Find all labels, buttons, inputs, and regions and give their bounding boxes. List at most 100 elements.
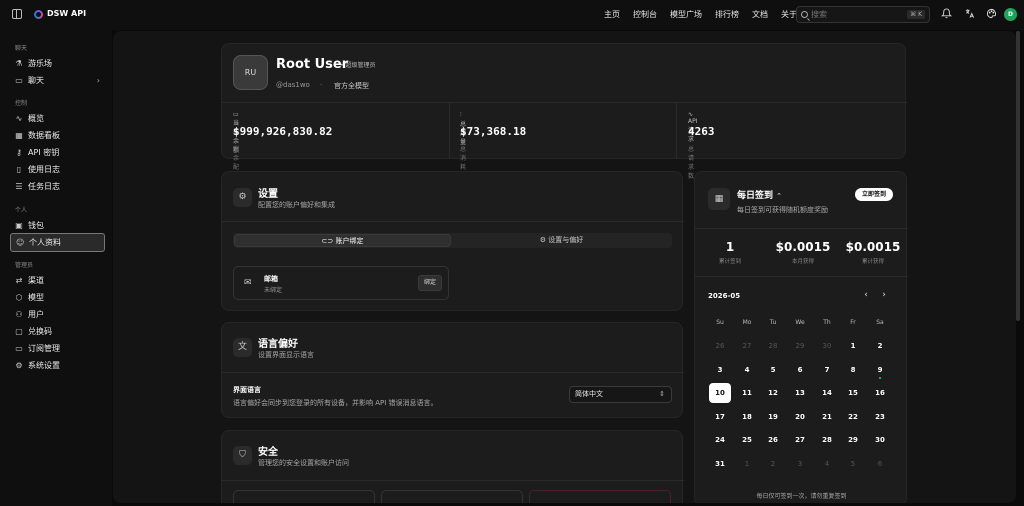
palette-icon[interactable] bbox=[985, 8, 997, 20]
sidebar-item-task-logs[interactable]: ☰ 任务日志 bbox=[10, 178, 105, 195]
checkin-button[interactable]: 立即签到 bbox=[855, 188, 893, 201]
calendar-day[interactable]: 8 bbox=[842, 360, 864, 380]
stat-label: 累计签到 bbox=[718, 259, 741, 265]
security-option[interactable] bbox=[381, 490, 523, 503]
security-option[interactable] bbox=[233, 490, 375, 503]
sidebar-item-label: 数据看板 bbox=[28, 131, 60, 140]
calendar-day[interactable]: 10 bbox=[709, 383, 731, 403]
calendar-day[interactable]: 24 bbox=[709, 430, 731, 450]
translate-icon: 文 bbox=[233, 338, 252, 357]
calendar-day[interactable]: 4 bbox=[816, 454, 838, 474]
security-title: 安全 bbox=[258, 447, 278, 458]
calendar-day[interactable]: 22 bbox=[842, 407, 864, 427]
sidebar-item-label: 渠道 bbox=[28, 276, 44, 285]
top-bar: DSW API 主页 控制台 模型广场 排行榜 文档 关于 ⌘ K D bbox=[0, 0, 1024, 30]
sidebar-item-channels[interactable]: ⇄ 渠道 bbox=[10, 272, 105, 289]
calendar-day[interactable]: 5 bbox=[762, 360, 784, 380]
nav-leaderboard[interactable]: 排行榜 bbox=[715, 9, 739, 20]
search-box[interactable]: ⌘ K bbox=[796, 6, 930, 23]
page-scrollbar[interactable] bbox=[1016, 31, 1020, 321]
bell-icon[interactable] bbox=[940, 8, 952, 20]
bind-email-button[interactable]: 绑定 bbox=[418, 275, 442, 291]
tab-account-binding[interactable]: ⊂⊃ 账户绑定 bbox=[234, 234, 451, 247]
calendar-day[interactable]: 18 bbox=[736, 407, 758, 427]
calendar-day[interactable]: 30 bbox=[816, 336, 838, 356]
calendar-day[interactable]: 1 bbox=[736, 454, 758, 474]
sidebar-item-system-settings[interactable]: ⚙ 系统设置 bbox=[10, 357, 105, 374]
calendar-day[interactable]: 28 bbox=[816, 430, 838, 450]
calendar-day[interactable]: 27 bbox=[736, 336, 758, 356]
sidebar-item-models[interactable]: ⬡ 模型 bbox=[10, 289, 105, 306]
sidebar-item-overview[interactable]: ∿ 概览 bbox=[10, 110, 105, 127]
calendar-day[interactable]: 19 bbox=[762, 407, 784, 427]
calendar-day[interactable]: 7 bbox=[816, 360, 838, 380]
sidebar-item-wallet[interactable]: ▣ 钱包 bbox=[10, 217, 105, 234]
sidebar-item-label: 订阅管理 bbox=[28, 344, 60, 353]
calendar-day[interactable]: 26 bbox=[762, 430, 784, 450]
sidebar-item-users[interactable]: ⚇ 用户 bbox=[10, 306, 105, 323]
divider bbox=[676, 102, 677, 159]
calendar-day[interactable]: 23 bbox=[869, 407, 891, 427]
calendar-day[interactable]: 9 bbox=[869, 360, 891, 380]
calendar-day[interactable]: 4 bbox=[736, 360, 758, 380]
nav-docs[interactable]: 文档 bbox=[752, 9, 768, 20]
calendar-day[interactable]: 2 bbox=[762, 454, 784, 474]
nav-console[interactable]: 控制台 bbox=[633, 9, 657, 20]
calendar-day[interactable]: 30 bbox=[869, 430, 891, 450]
calendar-day[interactable]: 31 bbox=[709, 454, 731, 474]
language-select[interactable]: 简体中文 ⇕ bbox=[569, 386, 672, 403]
role-badge: • 超级管理员 bbox=[340, 62, 376, 69]
key-icon: ⚷ bbox=[16, 147, 22, 157]
calendar-day[interactable]: 13 bbox=[789, 383, 811, 403]
calendar-day[interactable]: 3 bbox=[709, 360, 731, 380]
calendar-day[interactable]: 17 bbox=[709, 407, 731, 427]
gear-icon: ⚙ bbox=[233, 188, 252, 207]
calendar-day[interactable]: 29 bbox=[789, 336, 811, 356]
calendar-day[interactable]: 26 bbox=[709, 336, 731, 356]
divider bbox=[695, 228, 908, 229]
calendar-day[interactable]: 11 bbox=[736, 383, 758, 403]
sidebar-toggle-icon[interactable] bbox=[12, 9, 22, 19]
nav-home[interactable]: 主页 bbox=[604, 9, 620, 20]
calendar-day[interactable]: 2 bbox=[869, 336, 891, 356]
language-subtitle: 设置界面显示语言 bbox=[258, 351, 314, 359]
nav-model-square[interactable]: 模型广场 bbox=[670, 9, 702, 20]
sidebar-item-api-keys[interactable]: ⚷ API 密钥 bbox=[10, 144, 105, 161]
calendar-day[interactable]: 6 bbox=[789, 360, 811, 380]
sidebar-item-dashboard[interactable]: ▦ 数据看板 bbox=[10, 127, 105, 144]
calendar-day[interactable]: 6 bbox=[869, 454, 891, 474]
sidebar-item-profile[interactable]: ☺ 个人资料 bbox=[10, 233, 105, 252]
user-avatar[interactable]: D bbox=[1004, 8, 1017, 21]
search-input[interactable] bbox=[811, 10, 901, 19]
calendar-day[interactable]: 25 bbox=[736, 430, 758, 450]
translate-icon[interactable] bbox=[963, 8, 975, 20]
nav-about[interactable]: 关于 bbox=[781, 9, 797, 20]
calendar-day[interactable]: 28 bbox=[762, 336, 784, 356]
tab-settings-preferences[interactable]: ⚙ 设置与偏好 bbox=[453, 234, 670, 247]
calendar-day[interactable]: 29 bbox=[842, 430, 864, 450]
calendar-day[interactable]: 12 bbox=[762, 383, 784, 403]
shield-icon: ⛉ bbox=[233, 446, 252, 465]
sidebar-item-playground[interactable]: ⚗ 游乐场 bbox=[10, 55, 105, 72]
sidebar-item-usage-logs[interactable]: ▯ 使用日志 bbox=[10, 161, 105, 178]
sidebar-section-chat: 聊天 bbox=[15, 45, 28, 52]
calendar-day[interactable]: 20 bbox=[789, 407, 811, 427]
calendar-day[interactable]: 1 bbox=[842, 336, 864, 356]
chevron-left-icon[interactable]: ‹ bbox=[861, 290, 871, 300]
calendar-day[interactable]: 3 bbox=[789, 454, 811, 474]
calendar-day[interactable]: 27 bbox=[789, 430, 811, 450]
security-option-danger[interactable] bbox=[529, 490, 671, 503]
calendar-day[interactable]: 5 bbox=[842, 454, 864, 474]
sidebar-item-redeem-codes[interactable]: ▢ 兑换码 bbox=[10, 323, 105, 340]
sidebar-item-subscriptions[interactable]: ▭ 订阅管理 bbox=[10, 340, 105, 357]
activity-icon: ∿ bbox=[688, 111, 694, 118]
chevron-right-icon: › bbox=[96, 76, 100, 85]
calendar-day[interactable]: 21 bbox=[816, 407, 838, 427]
calendar-day[interactable]: 16 bbox=[869, 383, 891, 403]
calendar-day[interactable]: 14 bbox=[816, 383, 838, 403]
search-shortcut: ⌘ K bbox=[907, 10, 925, 19]
sidebar-item-chat[interactable]: ▭ 聊天 › bbox=[10, 72, 105, 89]
chevron-right-icon[interactable]: › bbox=[879, 290, 889, 300]
calendar-day[interactable]: 15 bbox=[842, 383, 864, 403]
chevron-up-icon[interactable]: ⌃ bbox=[776, 192, 782, 200]
